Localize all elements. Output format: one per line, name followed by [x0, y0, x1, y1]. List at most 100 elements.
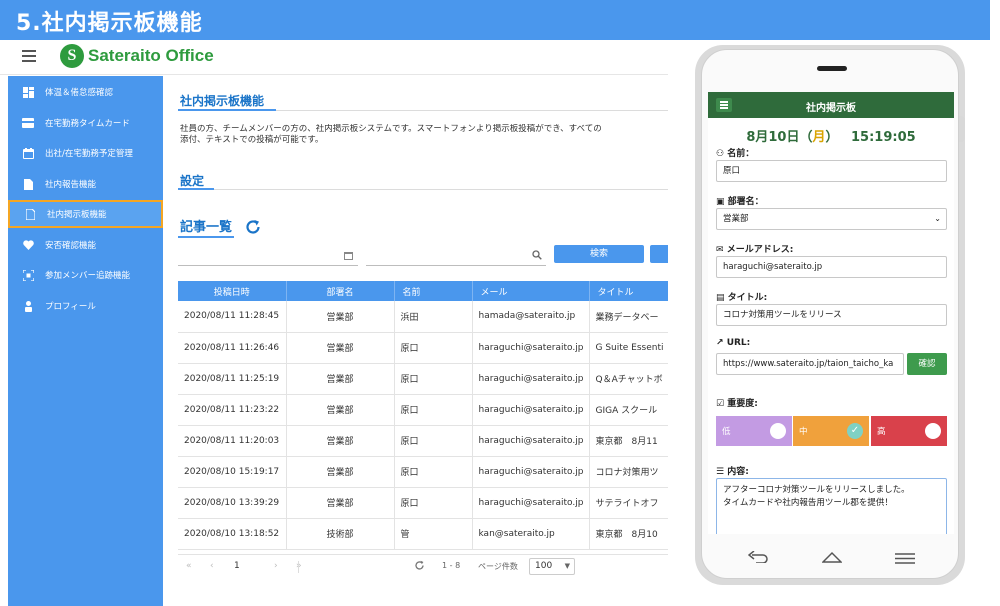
page-size-value: 100 [535, 561, 553, 571]
column-header[interactable]: タイトル [589, 281, 668, 301]
cell-dept: 営業部 [286, 456, 395, 488]
sidebar-item-label: 体温＆倦怠感確認 [45, 88, 114, 98]
page-size-select[interactable]: 100 ▼ [529, 558, 575, 575]
priority-label: ☑ 重要度: [716, 399, 758, 409]
search-button[interactable]: 検索 [554, 245, 644, 263]
column-header[interactable]: メール [472, 281, 590, 301]
table-row[interactable]: 2020/08/10 13:18:52 技術部 管 kan@sateraito.… [178, 518, 668, 550]
logo: S Sateraito Office [60, 44, 214, 68]
table-row[interactable]: 2020/08/10 15:19:17 営業部 原口 haraguchi@sat… [178, 456, 668, 488]
title-rule [276, 110, 668, 111]
page-title: 社内掲示板機能 [180, 94, 265, 108]
date-filter-input[interactable] [178, 248, 358, 266]
external-link-icon: ↗ [716, 338, 727, 348]
page-number[interactable]: 1 [234, 561, 240, 571]
refresh-icon[interactable] [414, 560, 425, 574]
back-icon[interactable] [747, 548, 768, 567]
badge-icon: ▣ [716, 197, 728, 207]
priority-medium[interactable]: 中 ✓ [793, 416, 869, 446]
cell-title: Q＆Aチャットボ [589, 363, 668, 395]
sidebar-item-timecard[interactable]: 在宅勤務タイムカード [8, 109, 163, 137]
cell-title: コロナ対策用ツ [589, 456, 668, 488]
column-header[interactable]: 部署名 [286, 281, 395, 301]
home-icon[interactable] [821, 548, 843, 567]
calendar-icon[interactable] [344, 251, 353, 263]
sidebar-item-report[interactable]: 社内報告機能 [8, 170, 163, 198]
sidebar-item-tracking[interactable]: 参加メンバー追跡機能 [8, 261, 163, 289]
prev-page-button[interactable]: ‹ [210, 561, 214, 571]
cell-email: haraguchi@sateraito.jp [472, 487, 590, 519]
sidebar-item-label: 出社/在宅勤務予定管理 [45, 149, 133, 159]
description-line: 添付、テキストでの投稿が可能です。 [180, 135, 324, 145]
cell-name: 原口 [394, 394, 473, 426]
sidebar-item-label: 安否確認機能 [45, 241, 97, 251]
cell-title: G Suite Essenti [589, 332, 668, 364]
cell-date: 2020/08/11 11:20:03 [178, 425, 287, 457]
priority-high-label: 高 [877, 427, 886, 437]
priority-high[interactable]: 高 [871, 416, 947, 446]
dept-select[interactable]: 営業部 ⌄ [716, 208, 947, 230]
cell-name: 管 [394, 518, 473, 550]
settings-rule [214, 189, 668, 190]
slide: 5.社内掲示板機能 S Sateraito Office 体温＆倦怠感確認 在宅… [0, 0, 1000, 606]
column-header[interactable]: 名前 [394, 281, 473, 301]
url-label: ↗ URL: [716, 338, 751, 348]
table-row[interactable]: 2020/08/11 11:23:22 営業部 原口 haraguchi@sat… [178, 394, 668, 426]
title-field[interactable]: コロナ対策用ツールをリリース [716, 304, 947, 326]
file-icon: ▤ [716, 293, 728, 303]
search-icon[interactable] [532, 250, 542, 263]
priority-medium-label: 中 [799, 427, 808, 437]
cell-date: 2020/08/10 13:18:52 [178, 518, 287, 550]
time-text: 15:19:05 [851, 130, 916, 145]
cell-date: 2020/08/11 11:25:19 [178, 363, 287, 395]
envelope-icon: ✉ [716, 245, 727, 255]
phone-screen: 社内掲示板 8月10日（月） 15:19:05 ⚇ 名前： 原口 ▣ 部署名： … [708, 92, 954, 534]
sidebar: 体温＆倦怠感確認 在宅勤務タイムカード 出社/在宅勤務予定管理 社内報告機能 社… [8, 76, 163, 606]
sidebar-item-profile[interactable]: プロフィール [8, 292, 163, 320]
phone-nav-bar [702, 540, 958, 570]
result-range: 1 - 8 [442, 561, 461, 570]
search-input[interactable] [366, 248, 546, 266]
cell-date: 2020/08/11 11:26:46 [178, 332, 287, 364]
next-page-button[interactable]: › [274, 561, 278, 571]
column-header[interactable]: 投稿日時 [178, 281, 287, 301]
refresh-icon[interactable] [244, 218, 262, 240]
priority-low[interactable]: 低 [716, 416, 792, 446]
hamburger-menu-icon[interactable] [22, 50, 36, 62]
logo-mark: S [60, 44, 84, 68]
content-line: アフターコロナ対策ツールをリリースしました。 [723, 485, 910, 495]
email-field[interactable]: haraguchi@sateraito.jp [716, 256, 947, 278]
name-field[interactable]: 原口 [716, 160, 947, 182]
table-row[interactable]: 2020/08/11 11:20:03 営業部 原口 haraguchi@sat… [178, 425, 668, 457]
sidebar-item-schedule[interactable]: 出社/在宅勤務予定管理 [8, 139, 163, 167]
sidebar-item-label: プロフィール [45, 302, 96, 312]
sidebar-item-temperature[interactable]: 体温＆倦怠感確認 [8, 78, 163, 106]
content-textarea[interactable]: アフターコロナ対策ツールをリリースしました。 タイムカードや社内報告用ツール郡を… [716, 478, 947, 534]
cell-email: haraguchi@sateraito.jp [472, 425, 590, 457]
table-row[interactable]: 2020/08/11 11:28:45 営業部 浜田 hamada@satera… [178, 301, 668, 333]
page-size-label: ページ件数 [478, 562, 518, 571]
articles-title: 記事一覧 [180, 220, 233, 235]
cell-title: 東京都 8月10 [589, 518, 668, 550]
qr-icon [21, 268, 35, 282]
cell-dept: 営業部 [286, 425, 395, 457]
recent-apps-icon[interactable] [895, 549, 915, 568]
extra-button[interactable] [650, 245, 668, 263]
content-label: ☰ 内容: [716, 467, 749, 477]
table-row[interactable]: 2020/08/11 11:25:19 営業部 原口 haraguchi@sat… [178, 363, 668, 395]
articles-table: 投稿日時 部署名 名前 メール タイトル 2020/08/11 11:28:45… [178, 281, 668, 550]
sidebar-item-bulletin[interactable]: 社内掲示板機能 [8, 200, 163, 228]
url-field[interactable]: https://www.sateraito.jp/taion_taicho_ka [716, 353, 904, 375]
table-row[interactable]: 2020/08/10 13:39:29 営業部 原口 haraguchi@sat… [178, 487, 668, 519]
confirm-button[interactable]: 確認 [907, 353, 947, 375]
first-page-button[interactable]: « [186, 561, 192, 571]
pager: « ‹ 1 › » ページ件数 100 ▼ 1 - 8 [178, 554, 668, 578]
cell-dept: 営業部 [286, 394, 395, 426]
cell-name: 原口 [394, 332, 473, 364]
cell-name: 浜田 [394, 301, 473, 333]
page-description: 社員の方、チームメンバーの方の、社内掲示板システムです。スマートフォンより掲示板… [180, 124, 668, 146]
cell-name: 原口 [394, 487, 473, 519]
table-row[interactable]: 2020/08/11 11:26:46 営業部 原口 haraguchi@sat… [178, 332, 668, 364]
person-icon [21, 299, 35, 313]
sidebar-item-safety[interactable]: 安否確認機能 [8, 231, 163, 259]
